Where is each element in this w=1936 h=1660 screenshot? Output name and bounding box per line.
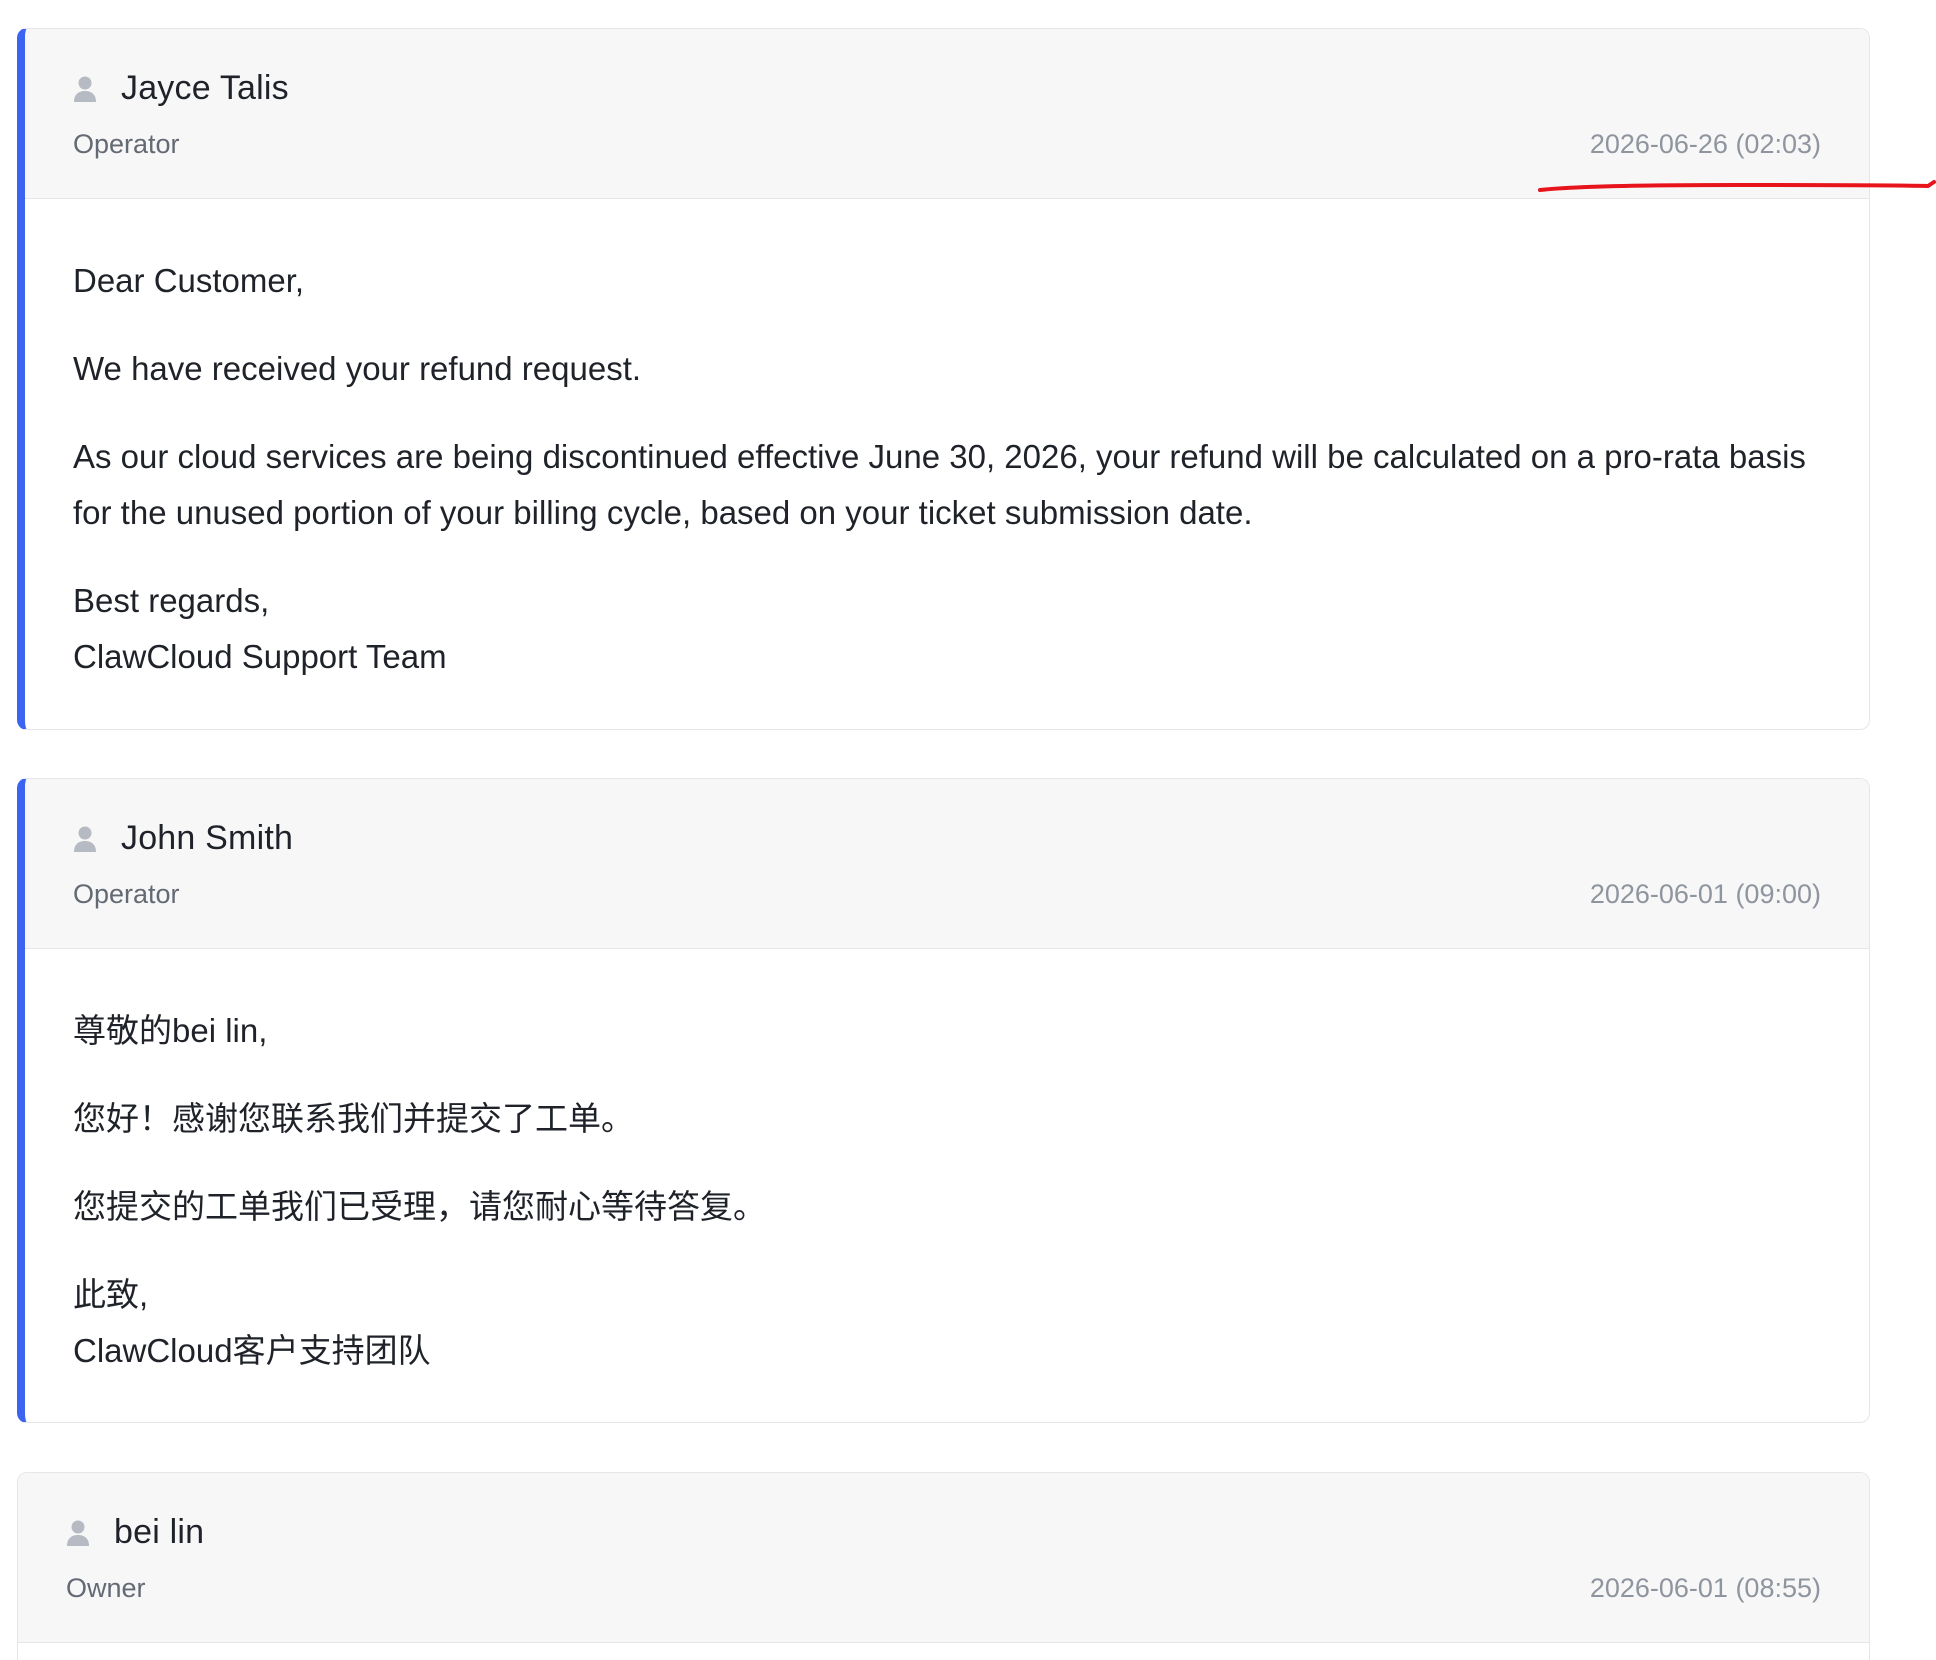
message-paragraph: As our cloud services are being disconti…: [73, 438, 1806, 531]
author-name: John Smith: [121, 819, 294, 857]
message-signature: ClawCloud Support Team: [73, 638, 447, 675]
message-card-john-smith: John Smith Operator 2026-06-01 (09:00) 尊…: [17, 778, 1870, 1423]
message-greeting: Dear Customer,: [73, 262, 305, 299]
message-signature: ClawCloud客户支持团队: [73, 1332, 431, 1369]
author-role: Owner: [66, 1573, 146, 1603]
message-paragraph: 您好！感谢您联系我们并提交了工单。: [73, 1100, 634, 1137]
message-header: Jayce Talis Operator 2026-06-26 (02:03): [25, 29, 1869, 199]
message-card-jayce-talis: Jayce Talis Operator 2026-06-26 (02:03) …: [17, 28, 1870, 730]
message-timestamp: 2026-06-01 (09:00): [1589, 879, 1821, 909]
author-row: Jayce Talis: [73, 69, 289, 108]
message-signature-block: Best regards, ClawCloud Support Team: [73, 573, 1821, 685]
person-icon: [73, 75, 97, 103]
message-body: Dear Customer, We have received your ref…: [25, 199, 1869, 729]
message-closing: 此致,: [73, 1276, 149, 1313]
ticket-thread: Jayce Talis Operator 2026-06-26 (02:03) …: [0, 0, 1936, 1660]
author-role: Operator: [73, 129, 180, 159]
message-closing: Best regards,: [73, 582, 270, 619]
message-paragraph: 您提交的工单我们已受理，请您耐心等待答复。: [73, 1188, 766, 1225]
message-body: 尊敬的bei lin, 您好！感谢您联系我们并提交了工单。 您提交的工单我们已受…: [25, 949, 1869, 1422]
author-role: Operator: [73, 879, 180, 909]
message-paragraph: We have received your refund request.: [73, 350, 642, 387]
message-header: John Smith Operator 2026-06-01 (09:00): [25, 779, 1869, 949]
message-header: bei lin Owner 2026-06-01 (08:55): [18, 1473, 1869, 1643]
author-name: Jayce Talis: [121, 69, 289, 107]
person-icon: [66, 1519, 90, 1547]
person-icon: [73, 825, 97, 853]
author-row: John Smith: [73, 819, 293, 858]
message-signature-block: 此致, ClawCloud客户支持团队: [73, 1267, 1821, 1379]
author-name: bei lin: [114, 1513, 205, 1551]
message-greeting: 尊敬的bei lin,: [73, 1012, 268, 1049]
message-timestamp: 2026-06-01 (08:55): [1589, 1573, 1821, 1603]
author-row: bei lin: [66, 1513, 204, 1552]
message-card-bei-lin: bei lin Owner 2026-06-01 (08:55): [17, 1472, 1870, 1660]
message-timestamp: 2026-06-26 (02:03): [1589, 129, 1821, 159]
